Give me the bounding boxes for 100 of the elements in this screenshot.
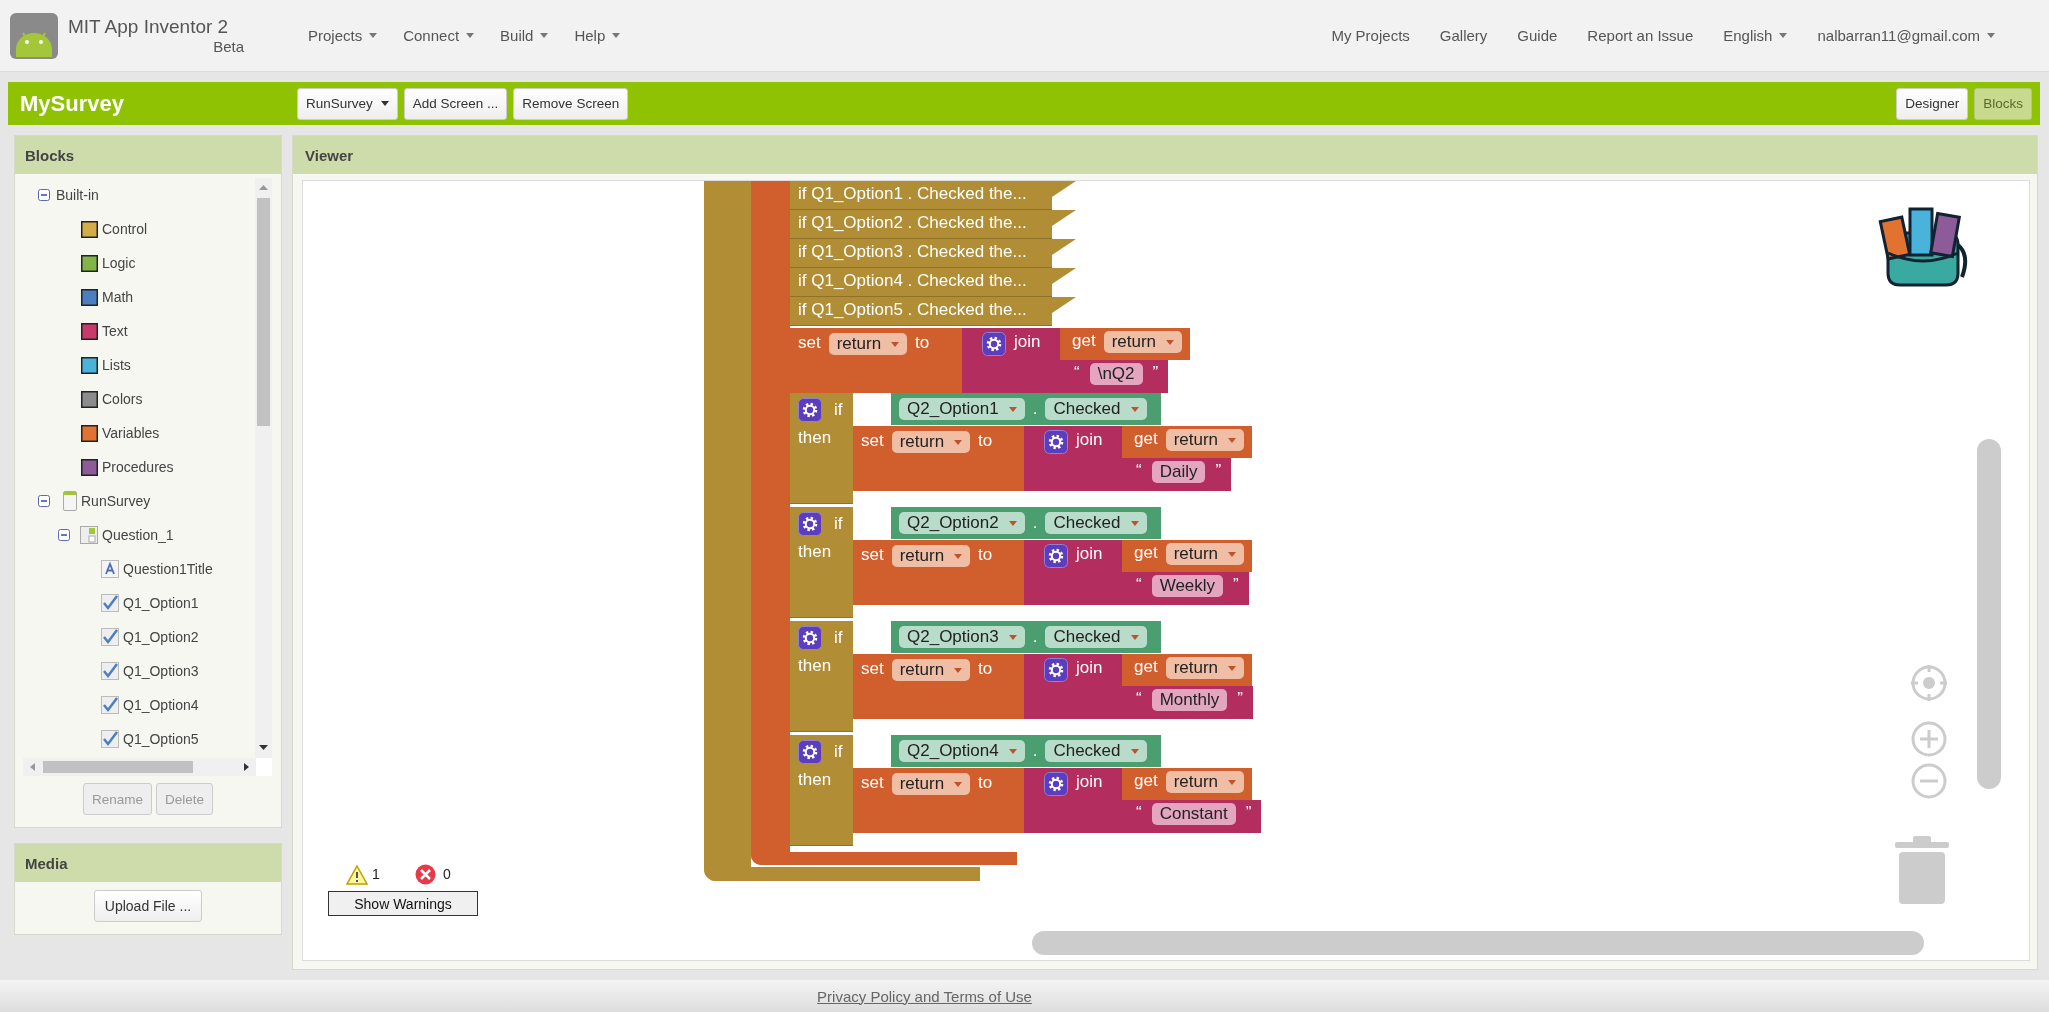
text-block[interactable]: “ Daily ” xyxy=(1122,458,1232,491)
text-field[interactable]: Daily xyxy=(1151,461,1206,483)
tree-item-label[interactable]: Logic xyxy=(102,255,136,271)
set-block[interactable]: set return to xyxy=(853,654,1024,719)
toolbar-button[interactable]: Remove Screen xyxy=(513,87,629,120)
text-field[interactable]: Monthly xyxy=(1151,689,1228,711)
join-block[interactable]: join xyxy=(962,328,1060,393)
view-toggle-button[interactable]: Blocks xyxy=(1974,87,2032,120)
variable-dropdown[interactable]: return xyxy=(1103,331,1183,353)
get-block[interactable]: get return xyxy=(1122,540,1253,572)
get-block[interactable]: get return xyxy=(1122,768,1253,800)
gear-icon[interactable] xyxy=(798,740,822,764)
tree-item-label[interactable]: Text xyxy=(102,323,128,339)
keyword-label: to xyxy=(978,545,993,565)
set-block[interactable]: set return to xyxy=(853,540,1024,605)
set-block[interactable]: set return to xyxy=(853,768,1024,833)
tree-item-label[interactable]: Procedures xyxy=(102,459,174,475)
variable-dropdown[interactable]: return xyxy=(1165,657,1245,679)
menu-button[interactable]: Connect xyxy=(403,23,475,48)
tree-item-label[interactable]: Colors xyxy=(102,391,143,407)
text-block[interactable]: “ Constant ” xyxy=(1122,800,1262,833)
variable-dropdown[interactable]: return xyxy=(891,773,971,795)
property-dropdown[interactable]: Checked xyxy=(1045,398,1147,420)
menu-button[interactable]: Projects xyxy=(308,23,378,48)
screen-dropdown[interactable]: RunSurvey xyxy=(297,87,398,120)
join-block[interactable]: join xyxy=(1024,654,1122,719)
tree-item-label[interactable]: Q1_Option3 xyxy=(123,663,199,679)
tree-item-label[interactable]: RunSurvey xyxy=(81,493,151,509)
gear-icon[interactable] xyxy=(1044,772,1068,796)
property-dropdown[interactable]: Checked xyxy=(1045,740,1147,762)
component-dropdown[interactable]: Q2_Option4 xyxy=(899,740,1025,762)
component-property-block[interactable]: Q2_Option1 . Checked xyxy=(891,393,1161,425)
expand-toggle-icon[interactable] xyxy=(38,495,50,507)
menu-button[interactable]: Help xyxy=(574,23,621,48)
expand-toggle-icon[interactable] xyxy=(38,189,50,201)
upload-file-button[interactable]: Upload File ... xyxy=(93,890,203,922)
footer-link[interactable]: Privacy Policy and Terms of Use xyxy=(817,987,1032,1005)
get-block[interactable]: get return xyxy=(1060,328,1191,360)
gear-icon[interactable] xyxy=(1044,658,1068,682)
vertical-scrollbar[interactable] xyxy=(255,178,272,758)
variable-dropdown[interactable]: return xyxy=(1165,543,1245,565)
horizontal-scrollbar[interactable] xyxy=(1032,931,1924,955)
tree-item-label[interactable]: Built-in xyxy=(56,187,99,203)
gear-icon[interactable] xyxy=(1044,430,1068,454)
nav-link[interactable]: Report an Issue xyxy=(1587,23,1694,48)
view-toggle-button[interactable]: Designer xyxy=(1896,87,1969,120)
text-block[interactable]: “ Weekly ” xyxy=(1122,572,1249,605)
component-property-block[interactable]: Q2_Option4 . Checked xyxy=(891,735,1161,767)
join-block[interactable]: join xyxy=(1024,540,1122,605)
tree-item-label[interactable]: Question1Title xyxy=(123,561,213,577)
tree-item-label[interactable]: Q1_Option4 xyxy=(123,697,199,713)
text-block[interactable]: “ Monthly ” xyxy=(1122,686,1253,719)
join-block[interactable]: join xyxy=(1024,426,1122,491)
variable-dropdown[interactable]: return xyxy=(891,545,971,567)
variable-dropdown[interactable]: return xyxy=(1165,429,1245,451)
get-block[interactable]: get return xyxy=(1122,426,1253,458)
set-block[interactable]: set return to xyxy=(853,426,1024,491)
nav-link[interactable]: Gallery xyxy=(1439,23,1488,48)
gear-icon[interactable] xyxy=(1044,544,1068,568)
horizontal-scrollbar[interactable] xyxy=(23,758,256,776)
variable-dropdown[interactable]: return xyxy=(891,659,971,681)
get-block[interactable]: get return xyxy=(1122,654,1253,686)
variable-dropdown[interactable]: return xyxy=(828,333,908,355)
tree-item-label[interactable]: Question_1 xyxy=(102,527,174,543)
set-block[interactable]: set return to xyxy=(790,328,962,393)
property-dropdown[interactable]: Checked xyxy=(1045,512,1147,534)
expand-toggle-icon[interactable] xyxy=(58,529,70,541)
tree-item-label[interactable]: Lists xyxy=(102,357,131,373)
show-warnings-button[interactable]: Show Warnings xyxy=(328,891,478,916)
text-field[interactable]: Weekly xyxy=(1151,575,1224,597)
text-block[interactable]: “ \nQ2 ” xyxy=(1060,360,1169,393)
text-field[interactable]: Constant xyxy=(1151,803,1236,825)
nav-menu-button[interactable]: English xyxy=(1723,23,1788,48)
nav-link[interactable]: Guide xyxy=(1517,23,1558,48)
component-dropdown[interactable]: Q2_Option1 xyxy=(899,398,1025,420)
vertical-scrollbar[interactable] xyxy=(1977,439,2001,789)
tree-item-label[interactable]: Variables xyxy=(102,425,160,441)
join-block[interactable]: join xyxy=(1024,768,1122,833)
variable-dropdown[interactable]: return xyxy=(891,431,971,453)
tree-item-label[interactable]: Q1_Option5 xyxy=(123,731,199,747)
toolbar-button[interactable]: Add Screen ... xyxy=(403,87,508,120)
tree-item-label[interactable]: Q1_Option2 xyxy=(123,629,199,645)
tree-item-label[interactable]: Q1_Option1 xyxy=(123,595,199,611)
component-dropdown[interactable]: Q2_Option2 xyxy=(899,512,1025,534)
gear-icon[interactable] xyxy=(798,512,822,536)
component-property-block[interactable]: Q2_Option3 . Checked xyxy=(891,621,1161,653)
gear-icon[interactable] xyxy=(982,332,1006,356)
tree-item-label[interactable]: Control xyxy=(102,221,148,237)
nav-menu-button[interactable]: nalbarran11@gmail.com xyxy=(1817,23,1995,48)
variable-dropdown[interactable]: return xyxy=(1165,771,1245,793)
gear-icon[interactable] xyxy=(798,398,822,422)
component-dropdown[interactable]: Q2_Option3 xyxy=(899,626,1025,648)
component-property-block[interactable]: Q2_Option2 . Checked xyxy=(891,507,1161,539)
property-dropdown[interactable]: Checked xyxy=(1045,626,1147,648)
gear-icon[interactable] xyxy=(798,626,822,650)
nav-link[interactable]: My Projects xyxy=(1331,23,1410,48)
text-field[interactable]: \nQ2 xyxy=(1089,363,1143,385)
keyword-label: if xyxy=(834,628,843,648)
menu-button[interactable]: Build xyxy=(500,23,549,48)
tree-item-label[interactable]: Math xyxy=(102,289,134,305)
